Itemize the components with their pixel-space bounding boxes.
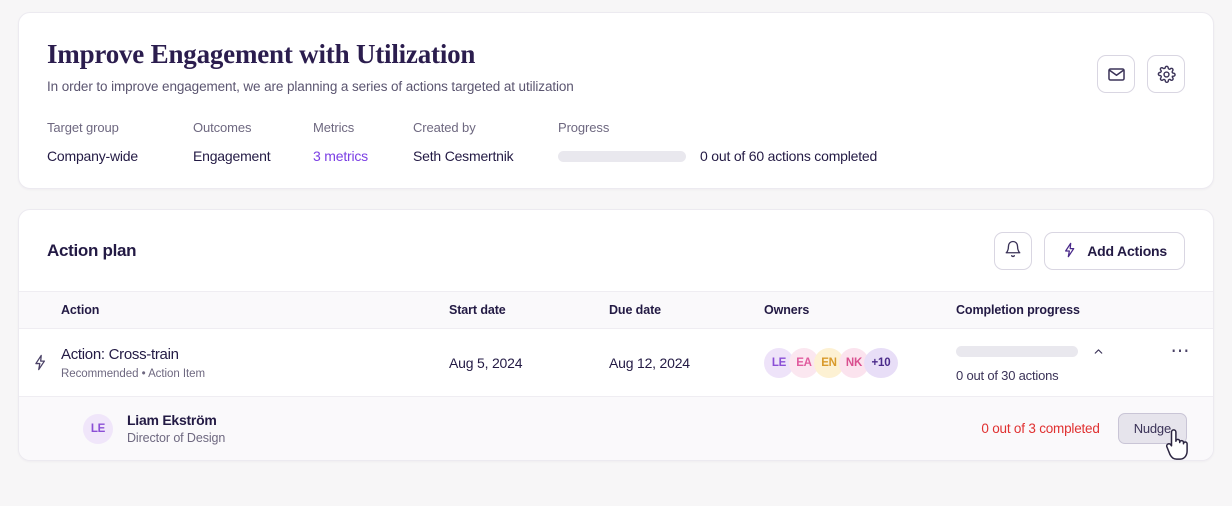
meta-outcomes-value: Engagement — [193, 148, 271, 165]
meta-outcomes: Outcomes Engagement — [193, 120, 313, 164]
row-owners-cell[interactable]: LE EA EN NK +10 — [764, 347, 956, 378]
nudge-button[interactable]: Nudge — [1117, 413, 1187, 445]
meta-created-by-value: Seth Cesmertnik — [413, 148, 514, 165]
list-item[interactable]: LE Liam Ekström Director of Design 0 out… — [19, 397, 1213, 461]
avatar[interactable]: +10 — [864, 347, 898, 378]
bell-icon — [1004, 240, 1022, 263]
meta-target-group-value: Company-wide — [47, 148, 138, 165]
message-icon — [1107, 65, 1126, 84]
member-info: Liam Ekström Director of Design — [127, 412, 225, 445]
avatar: LE — [83, 413, 113, 444]
meta-progress-label: Progress — [558, 120, 610, 136]
settings-button[interactable] — [1147, 55, 1185, 93]
meta-target-group-label: Target group — [47, 120, 119, 136]
meta-progress: Progress 0 out of 60 actions completed — [558, 120, 1185, 164]
row-action-subtitle: Recommended • Action Item — [61, 367, 206, 380]
member-status-text: 0 out of 3 completed — [981, 421, 1100, 437]
action-plan-header: Action plan Add Actions — [19, 210, 1213, 291]
row-progress-bar — [956, 346, 1078, 358]
meta-metrics: Metrics 3 metrics — [313, 120, 413, 164]
header-owners: Owners — [764, 303, 810, 318]
notifications-button[interactable] — [994, 232, 1033, 271]
action-plan-title: Action plan — [47, 241, 137, 261]
gear-icon — [1157, 65, 1176, 84]
owner-avatar-group[interactable]: LE EA EN NK +10 — [764, 347, 956, 378]
plan-progress-bar — [558, 150, 686, 162]
table-row[interactable]: Action: Cross-train Recommended • Action… — [19, 329, 1213, 398]
meta-target-group: Target group Company-wide — [47, 120, 193, 164]
page-subtitle: In order to improve engagement, we are p… — [47, 79, 574, 95]
meta-metrics-label: Metrics — [313, 120, 355, 136]
meta-created-by-label: Created by — [413, 120, 476, 136]
header-start-date: Start date — [449, 303, 506, 318]
message-button[interactable] — [1097, 55, 1135, 93]
row-action-cell: Action: Cross-train Recommended • Action… — [61, 346, 449, 380]
row-progress-cell: ⋯ 0 out of 30 actions — [956, 342, 1213, 383]
member-actions: 0 out of 3 completed Nudge — [981, 413, 1188, 460]
plan-meta-row: Target group Company-wide Outcomes Engag… — [47, 120, 1185, 164]
plan-progress-text: 0 out of 60 actions completed — [700, 148, 878, 165]
page-title: Improve Engagement with Utilization — [47, 39, 476, 69]
plan-overview-card: Improve Engagement with Utilization In o… — [18, 12, 1214, 190]
row-start-date: Aug 5, 2024 — [449, 354, 523, 371]
header-action: Action — [61, 303, 100, 318]
row-due-date: Aug 12, 2024 — [609, 354, 690, 371]
chevron-up-icon[interactable] — [1092, 345, 1105, 358]
action-plan-card: Action plan Add Actions Action Start dat… — [18, 209, 1214, 462]
member-role: Director of Design — [127, 431, 226, 446]
row-action-title: Action: Cross-train — [61, 345, 179, 363]
meta-metrics-link[interactable]: 3 metrics — [313, 148, 413, 164]
meta-created-by: Created by Seth Cesmertnik — [413, 120, 558, 164]
header-due-date: Due date — [609, 303, 661, 318]
row-lightning-bolt-icon — [19, 354, 61, 371]
lightning-bolt-icon — [1062, 242, 1078, 261]
action-table-header: Action Start date Due date Owners Comple… — [19, 291, 1213, 330]
row-more-menu-icon[interactable]: ⋯ — [1171, 342, 1192, 361]
add-actions-label: Add Actions — [1087, 243, 1167, 260]
row-progress-text: 0 out of 30 actions — [956, 368, 1059, 384]
header-completion-progress: Completion progress — [956, 303, 1080, 318]
member-name: Liam Ekström — [127, 412, 217, 429]
add-actions-button[interactable]: Add Actions — [1044, 232, 1185, 271]
meta-outcomes-label: Outcomes — [193, 120, 252, 136]
overview-icon-buttons — [1097, 55, 1185, 93]
action-plan-header-buttons: Add Actions — [994, 232, 1185, 271]
